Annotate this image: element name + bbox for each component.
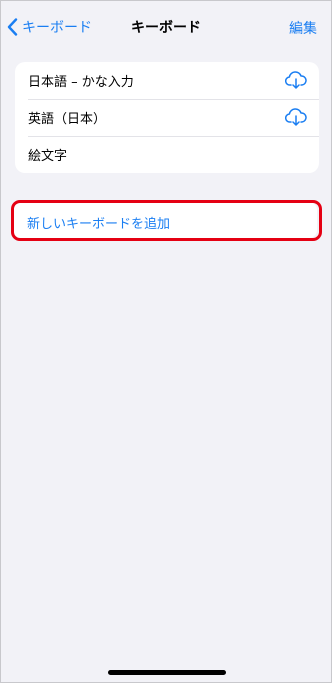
keyboard-list: 日本語 – かな入力 英語（日本） 絵文字 — [15, 62, 319, 173]
keyboard-settings-screen: キーボード キーボード 編集 日本語 – かな入力 英語（日本） 絵文字 新しい… — [0, 0, 332, 683]
keyboard-row-japanese-kana[interactable]: 日本語 – かな入力 — [15, 62, 319, 99]
keyboard-label: 日本語 – かな入力 — [28, 75, 134, 90]
navigation-bar: キーボード キーボード 編集 — [1, 1, 331, 51]
home-indicator — [108, 670, 226, 675]
add-keyboard-group: 新しいキーボードを追加 — [13, 202, 317, 238]
keyboard-label: 絵文字 — [28, 149, 68, 164]
cloud-download-icon[interactable] — [285, 71, 307, 89]
keyboard-row-english-japan[interactable]: 英語（日本） — [15, 99, 319, 136]
cloud-download-icon[interactable] — [285, 108, 307, 126]
page-title: キーボード — [131, 20, 201, 36]
edit-button[interactable]: 編集 — [289, 18, 317, 38]
add-new-keyboard-button[interactable]: 新しいキーボードを追加 — [27, 213, 170, 232]
keyboard-row-emoji[interactable]: 絵文字 — [15, 136, 319, 173]
keyboard-label: 英語（日本） — [28, 112, 107, 127]
